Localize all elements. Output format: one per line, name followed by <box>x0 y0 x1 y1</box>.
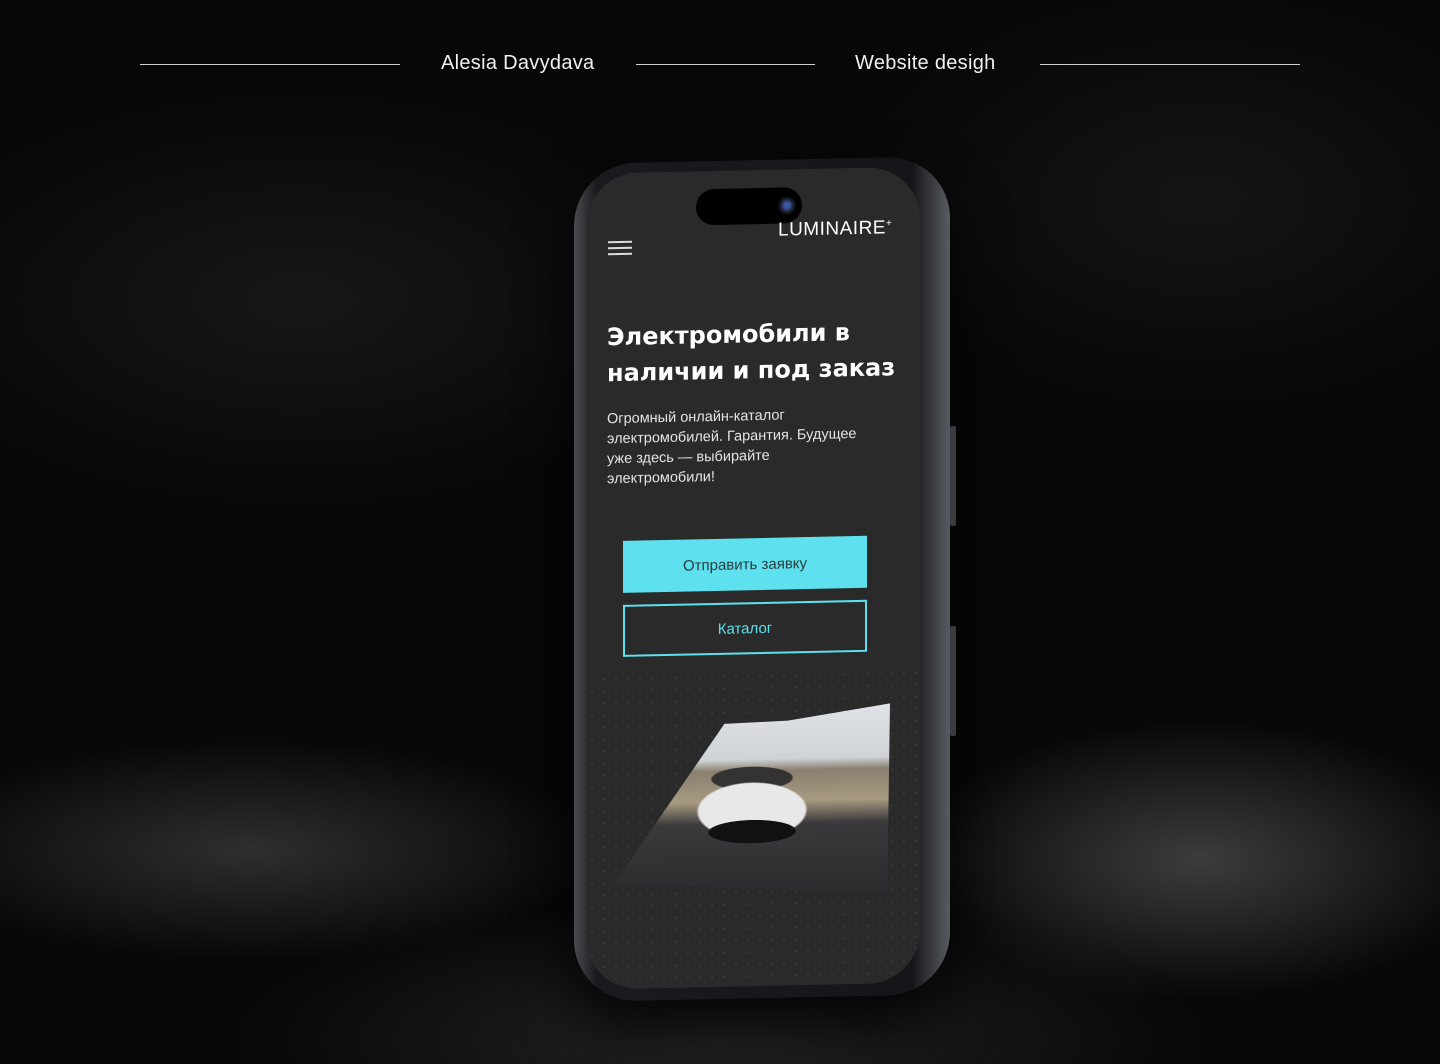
phone-screen: LUMINAIRE+ Электромобили в наличии и под… <box>586 166 920 990</box>
hero-title: Электромобили в наличии и под заказ <box>607 318 896 388</box>
phone-side-button <box>950 425 956 527</box>
hero-description: Огромный онлайн-каталог электромобилей. … <box>607 407 857 488</box>
site-logo[interactable]: LUMINAIRE+ <box>778 217 892 241</box>
logo-mark: + <box>885 217 893 230</box>
header-divider <box>140 64 400 65</box>
header-divider <box>636 64 815 65</box>
author-name: Alesia Davydava <box>441 52 595 74</box>
hamburger-menu-icon[interactable] <box>608 237 632 258</box>
camera-icon <box>778 196 796 215</box>
header-divider <box>1040 64 1300 65</box>
phone-mockup: LUMINAIRE+ Электромобили в наличии и под… <box>574 156 956 1002</box>
submit-request-button[interactable]: Отправить заявку <box>623 535 867 593</box>
project-type: Website desigh <box>855 52 996 74</box>
logo-text: LUMINAIRE <box>778 217 886 241</box>
catalog-button[interactable]: Каталог <box>623 599 867 657</box>
phone-side-button <box>950 625 956 737</box>
